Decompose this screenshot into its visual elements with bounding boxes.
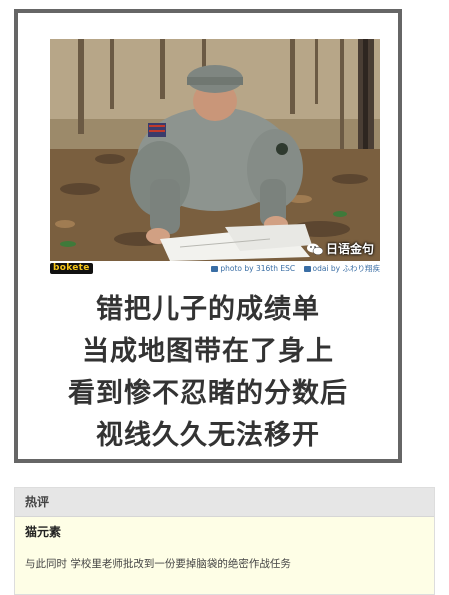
soldier-photo-illustration xyxy=(50,39,380,261)
comment-username[interactable]: 猫元素 xyxy=(25,523,434,540)
photo-credit-link[interactable]: photo by 316th ESC xyxy=(220,264,295,273)
comment-text: 与此同时 学校里老师批改到一份要掉脑袋的绝密作战任务 xyxy=(25,558,291,570)
bokete-logo[interactable]: bokete xyxy=(50,263,93,274)
hot-comments-panel: 热评 猫元素 与此同时 学校里老师批改到一份要掉脑袋的绝密作战任务 xyxy=(14,487,435,595)
weibo-watermark: 日语金句 xyxy=(306,240,374,257)
meme-card: 日语金句 bokete photo by 316th ESC odai by ふ… xyxy=(14,9,402,463)
odai-credit-link[interactable]: odai by ふわり翔疾 xyxy=(313,264,381,273)
wechat-icon xyxy=(306,243,323,255)
caption-line: 当成地图带在了身上 xyxy=(82,336,334,367)
watermark-text: 日语金句 xyxy=(325,242,374,256)
caption-line: 看到惨不忍睹的分数后 xyxy=(68,378,348,409)
caption-line: 视线久久无法移开 xyxy=(96,420,320,451)
image-icon xyxy=(303,266,311,272)
credit-row: bokete photo by 316th ESC odai by ふわり翔疾 xyxy=(50,263,380,275)
comments-header: 热评 xyxy=(15,488,434,517)
caption-line: 错把儿子的成绩单 xyxy=(96,294,320,325)
camera-icon xyxy=(211,266,219,272)
meme-photo[interactable]: 日语金句 xyxy=(50,39,380,261)
meme-caption: 错把儿子的成绩单 当成地图带在了身上 看到惨不忍睹的分数后 视线久久无法移开 xyxy=(18,289,398,457)
credits: photo by 316th ESC odai by ふわり翔疾 xyxy=(205,263,380,275)
